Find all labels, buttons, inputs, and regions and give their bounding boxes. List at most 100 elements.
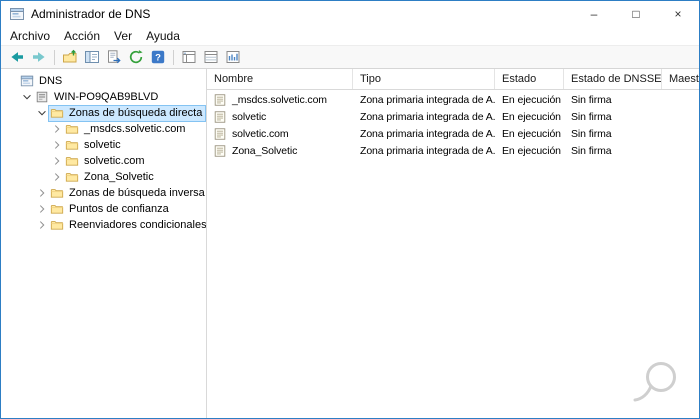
menu-archivo[interactable]: Archivo	[3, 29, 57, 43]
cell-tipo: Zona primaria integrada de A...	[360, 127, 495, 140]
cell-estado-de-dnssec: Sin firma	[571, 144, 612, 157]
tree-item-solvetic[interactable]: solvetic	[1, 137, 206, 153]
cell-estado-de-dnssec: Sin firma	[571, 110, 612, 123]
tree-item-label: solvetic.com	[84, 155, 145, 167]
list-header: NombreTipoEstadoEstado de DNSSECMaestr	[207, 69, 699, 90]
tree-item-reenviadores-condicionales[interactable]: Reenviadores condicionales	[1, 217, 206, 233]
window-title: Administrador de DNS	[31, 7, 151, 21]
table-row-msdcs-solvetic-com[interactable]: _msdcs.solvetic.com Zona primaria integra…	[207, 91, 699, 108]
minimize-button[interactable]: –	[573, 1, 615, 27]
folder-icon	[50, 106, 66, 121]
window-controls: – □ ×	[573, 1, 699, 27]
cell-nombre: _msdcs.solvetic.com	[207, 92, 353, 107]
cell-estado: En ejecución	[502, 93, 561, 106]
zone-icon	[213, 92, 229, 107]
list-view-button[interactable]	[178, 47, 200, 67]
zone-icon	[213, 143, 229, 158]
chevron-collapsed-icon[interactable]	[50, 122, 64, 136]
chevron-collapsed-icon[interactable]	[50, 154, 64, 168]
cell-nombre: solvetic.com	[207, 126, 353, 141]
back-icon	[9, 49, 25, 65]
table-row-solvetic[interactable]: solvetic Zona primaria integrada de A... E…	[207, 108, 699, 125]
cell-tipo: Zona primaria integrada de A...	[360, 110, 495, 123]
details-view-button[interactable]	[200, 47, 222, 67]
chevron-expanded-icon[interactable]	[35, 106, 49, 120]
tree-item-zonas-de-busqueda-directa[interactable]: Zonas de búsqueda directa	[1, 104, 206, 122]
list-panel: NombreTipoEstadoEstado de DNSSECMaestr _…	[207, 69, 699, 418]
list-body: _msdcs.solvetic.com Zona primaria integra…	[207, 90, 699, 418]
folder-icon	[65, 122, 81, 137]
tree-item-label: Puntos de confianza	[69, 203, 169, 215]
column-header-maestr[interactable]: Maestr	[662, 69, 699, 89]
tree-item-msdcs-solvetic-com[interactable]: _msdcs.solvetic.com	[1, 121, 206, 137]
tree-item-zonas-de-busqueda-inversa[interactable]: Zonas de búsqueda inversa	[1, 185, 206, 201]
menu-accion[interactable]: Acción	[57, 29, 107, 43]
cell-nombre: Zona_Solvetic	[207, 143, 353, 158]
tree-item-dns[interactable]: DNS	[1, 73, 206, 89]
cell-estado: En ejecución	[502, 127, 561, 140]
help-icon: ?	[150, 49, 166, 65]
chevron-collapsed-icon[interactable]	[35, 186, 49, 200]
back-button[interactable]	[6, 47, 28, 67]
cell-estado-de-dnssec: Sin firma	[571, 127, 612, 140]
table-row-solvetic-com[interactable]: solvetic.com Zona primaria integrada de A…	[207, 125, 699, 142]
show-hide-console-tree-icon	[84, 49, 100, 65]
chevron-collapsed-icon[interactable]	[50, 170, 64, 184]
tree-item-zona-solvetic[interactable]: Zona_Solvetic	[1, 169, 206, 185]
forward-button[interactable]	[28, 47, 50, 67]
menu-bar: Archivo Acción Ver Ayuda	[1, 27, 699, 45]
tree-item-label: Reenviadores condicionales	[69, 219, 207, 231]
cell-tipo: Zona primaria integrada de A...	[360, 93, 495, 106]
zone-icon	[213, 126, 229, 141]
chevron-collapsed-icon[interactable]	[35, 218, 49, 232]
tree-item-label: WIN-PO9QAB9BLVD	[54, 91, 159, 103]
tree-panel: DNS WIN-PO9QAB9BLVD Zonas de búsqueda dire…	[1, 69, 207, 418]
show-hide-console-tree-button[interactable]	[81, 47, 103, 67]
tree-item-solvetic-com[interactable]: solvetic.com	[1, 153, 206, 169]
solvetic-logo-icon	[631, 359, 683, 410]
folder-icon	[50, 202, 66, 217]
export-list-button[interactable]	[103, 47, 125, 67]
tree-item-puntos-de-confianza[interactable]: Puntos de confianza	[1, 201, 206, 217]
up-level-button[interactable]	[59, 47, 81, 67]
chevron-expanded-icon[interactable]	[20, 90, 34, 104]
close-button[interactable]: ×	[657, 1, 699, 27]
table-row-zona-solvetic[interactable]: Zona_Solvetic Zona primaria integrada de …	[207, 142, 699, 159]
report-view-button[interactable]	[222, 47, 244, 67]
menu-ayuda[interactable]: Ayuda	[139, 29, 187, 43]
cell-estado: En ejecución	[502, 144, 561, 157]
dns-app-icon	[9, 6, 25, 22]
title-bar[interactable]: Administrador de DNS – □ ×	[1, 1, 699, 27]
tree-item-label: DNS	[39, 75, 63, 87]
zone-name: solvetic.com	[232, 127, 289, 140]
maximize-button[interactable]: □	[615, 1, 657, 27]
tree-item-label: solvetic	[84, 139, 121, 151]
tree-item-win-po9qab9blvd[interactable]: WIN-PO9QAB9BLVD	[1, 89, 206, 105]
details-view-icon	[203, 49, 219, 65]
refresh-button[interactable]	[125, 47, 147, 67]
column-header-estado-de-dnssec[interactable]: Estado de DNSSEC	[564, 69, 662, 89]
folder-icon	[65, 170, 81, 185]
report-view-icon	[225, 49, 241, 65]
column-header-nombre[interactable]: Nombre	[207, 69, 353, 89]
up-level-icon	[62, 49, 78, 65]
column-header-tipo[interactable]: Tipo	[353, 69, 495, 89]
folder-icon	[50, 218, 66, 233]
forward-icon	[31, 49, 47, 65]
tree-item-label: Zona_Solvetic	[84, 171, 154, 183]
cell-estado-de-dnssec: Sin firma	[571, 93, 612, 106]
folder-icon	[50, 186, 66, 201]
refresh-icon	[128, 49, 144, 65]
column-header-estado[interactable]: Estado	[495, 69, 564, 89]
chevron-collapsed-icon[interactable]	[35, 202, 49, 216]
menu-ver[interactable]: Ver	[107, 29, 139, 43]
export-list-icon	[106, 49, 122, 65]
chevron-collapsed-icon[interactable]	[50, 138, 64, 152]
toolbar: ?	[1, 45, 699, 69]
server-icon	[35, 90, 51, 105]
zone-name: Zona_Solvetic	[232, 144, 298, 157]
help-button[interactable]: ?	[147, 47, 169, 67]
content-area: DNS WIN-PO9QAB9BLVD Zonas de búsqueda dire…	[1, 69, 699, 418]
zone-name: solvetic	[232, 110, 267, 123]
dns-manager-window: Administrador de DNS – □ × Archivo Acción…	[0, 0, 700, 419]
